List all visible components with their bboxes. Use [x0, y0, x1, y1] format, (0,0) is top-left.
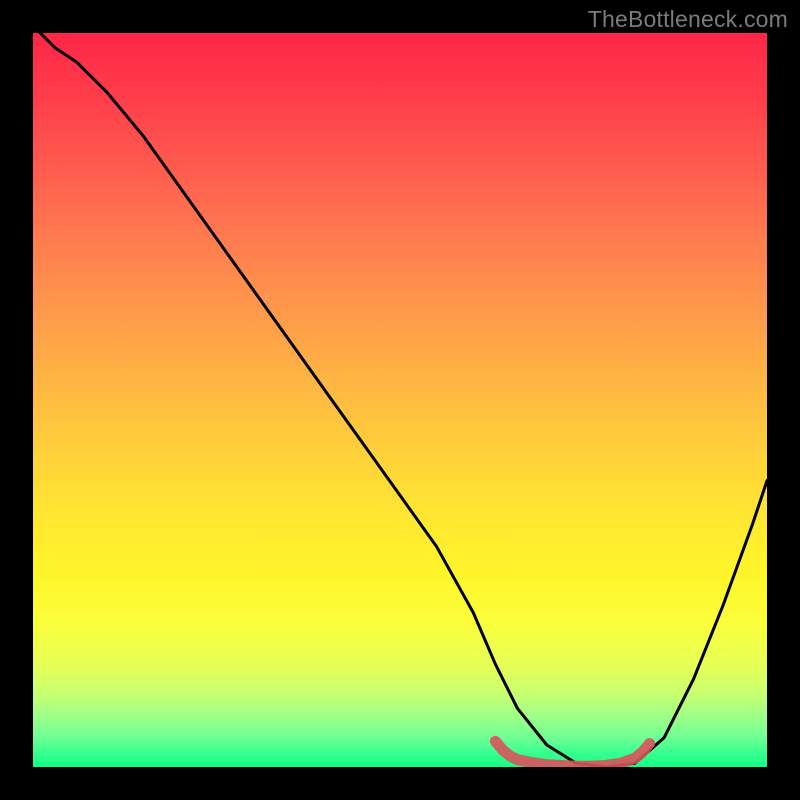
bottleneck-curve: [33, 33, 767, 767]
curve-layer: [33, 33, 767, 767]
chart-frame: TheBottleneck.com: [0, 0, 800, 800]
watermark-text: TheBottleneck.com: [588, 6, 788, 33]
optimal-range-marker: [495, 741, 649, 766]
plot-area: [33, 33, 767, 767]
